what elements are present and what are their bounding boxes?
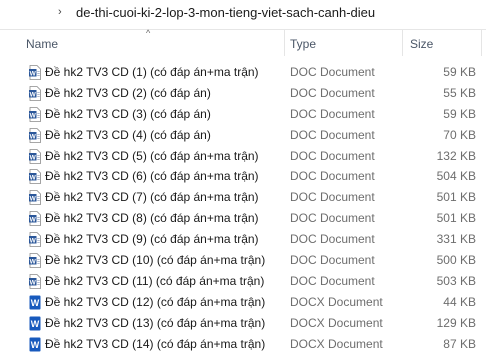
- word-doc-icon: W: [29, 169, 41, 185]
- file-row[interactable]: W Đề hk2 TV3 CD (6) (có đáp án+ma trận) DO…: [0, 166, 486, 187]
- file-size: 500 KB: [436, 253, 476, 268]
- svg-text:W: W: [30, 196, 37, 203]
- file-name[interactable]: Đề hk2 TV3 CD (5) (có đáp án+ma trận): [45, 149, 259, 163]
- file-name[interactable]: Đề hk2 TV3 CD (12) (có đáp án+ma trận): [45, 295, 265, 309]
- file-type: DOC Document: [290, 253, 375, 268]
- word-docx-icon: W: [29, 337, 41, 352]
- file-size: 129 KB: [436, 315, 476, 330]
- svg-text:W: W: [30, 279, 37, 286]
- word-doc-icon: W: [29, 65, 41, 80]
- breadcrumb-chevron-icon[interactable]: ›: [58, 6, 62, 18]
- column-header-type[interactable]: Type: [290, 37, 316, 51]
- file-type: DOC Document: [290, 127, 375, 142]
- file-type: DOC Document: [290, 211, 375, 226]
- file-row[interactable]: W Đề hk2 TV3 CD (2) (có đáp án) DOC Docume…: [0, 83, 486, 104]
- column-header-size[interactable]: Size: [410, 37, 433, 51]
- svg-text:W: W: [30, 258, 37, 265]
- word-doc-icon: W: [29, 85, 41, 101]
- svg-text:W: W: [31, 298, 40, 308]
- sort-ascending-icon: ^: [146, 28, 151, 38]
- word-docx-icon: W: [29, 295, 41, 310]
- word-doc-icon: W: [29, 232, 41, 248]
- file-size: 132 KB: [436, 148, 476, 163]
- file-row[interactable]: W Đề hk2 TV3 CD (11) (có đáp án+ma trận) D…: [0, 271, 486, 292]
- svg-text:W: W: [30, 175, 37, 182]
- word-doc-icon: W: [29, 274, 41, 289]
- file-row[interactable]: W Đề hk2 TV3 CD (12) (có đáp án+ma trận) D…: [0, 292, 486, 313]
- file-type: DOC Document: [290, 190, 375, 205]
- file-row[interactable]: W Đề hk2 TV3 CD (1) (có đáp án+ma trận) DO…: [0, 62, 486, 83]
- file-size: 331 KB: [436, 232, 476, 247]
- file-name[interactable]: Đề hk2 TV3 CD (11) (có đáp án+ma trận): [45, 274, 264, 288]
- file-size: 87 KB: [443, 336, 476, 351]
- svg-text:W: W: [30, 217, 37, 224]
- file-type: DOC Document: [290, 85, 375, 100]
- file-name[interactable]: Đề hk2 TV3 CD (8) (có đáp án+ma trận): [45, 211, 259, 225]
- file-row[interactable]: W Đề hk2 TV3 CD (13) (có đáp án+ma trận) D…: [0, 313, 486, 334]
- svg-text:W: W: [30, 91, 37, 98]
- breadcrumb-current-folder[interactable]: de-thi-cuoi-ki-2-lop-3-mon-tieng-viet-sa…: [76, 5, 375, 20]
- file-size: 59 KB: [443, 106, 476, 121]
- file-size: 504 KB: [436, 169, 476, 184]
- file-size: 44 KB: [443, 294, 476, 309]
- file-list: W Đề hk2 TV3 CD (1) (có đáp án+ma trận) DO…: [0, 62, 486, 354]
- file-row[interactable]: W Đề hk2 TV3 CD (7) (có đáp án+ma trận) DO…: [0, 187, 486, 208]
- file-row[interactable]: W Đề hk2 TV3 CD (5) (có đáp án+ma trận) DO…: [0, 146, 486, 167]
- svg-text:W: W: [30, 237, 37, 244]
- file-row[interactable]: W Đề hk2 TV3 CD (3) (có đáp án) DOC Docume…: [0, 104, 486, 125]
- svg-text:W: W: [31, 319, 40, 329]
- file-name[interactable]: Đề hk2 TV3 CD (4) (có đáp án): [45, 128, 211, 142]
- file-row[interactable]: W Đề hk2 TV3 CD (4) (có đáp án) DOC Docume…: [0, 125, 486, 146]
- file-type: DOCX Document: [290, 315, 383, 330]
- file-size: 59 KB: [443, 65, 476, 79]
- file-name[interactable]: Đề hk2 TV3 CD (3) (có đáp án): [45, 107, 211, 121]
- file-size: 501 KB: [436, 190, 476, 205]
- file-size: 70 KB: [443, 127, 476, 142]
- word-doc-icon: W: [29, 127, 41, 143]
- file-type: DOCX Document: [290, 294, 383, 309]
- file-row[interactable]: W Đề hk2 TV3 CD (9) (có đáp án+ma trận) DO…: [0, 229, 486, 250]
- column-separator[interactable]: [481, 30, 482, 56]
- svg-text:W: W: [30, 112, 37, 119]
- column-header-name[interactable]: Name: [26, 37, 58, 51]
- file-size: 501 KB: [436, 211, 476, 226]
- address-bar[interactable]: › de-thi-cuoi-ki-2-lop-3-mon-tieng-viet-…: [0, 0, 486, 30]
- file-name[interactable]: Đề hk2 TV3 CD (10) (có đáp án+ma trận): [45, 253, 265, 267]
- file-size: 503 KB: [436, 273, 476, 288]
- file-name[interactable]: Đề hk2 TV3 CD (6) (có đáp án+ma trận): [45, 169, 259, 183]
- file-type: DOC Document: [290, 65, 375, 79]
- file-name[interactable]: Đề hk2 TV3 CD (7) (có đáp án+ma trận): [45, 190, 259, 204]
- word-doc-icon: W: [29, 211, 41, 227]
- file-type: DOC Document: [290, 273, 375, 288]
- column-separator[interactable]: [402, 30, 403, 56]
- word-doc-icon: W: [29, 190, 41, 206]
- word-docx-icon: W: [29, 316, 41, 331]
- file-name[interactable]: Đề hk2 TV3 CD (2) (có đáp án): [45, 86, 211, 100]
- file-name[interactable]: Đề hk2 TV3 CD (9) (có đáp án+ma trận): [45, 232, 259, 246]
- file-row[interactable]: W Đề hk2 TV3 CD (8) (có đáp án+ma trận) DO…: [0, 208, 486, 229]
- file-type: DOCX Document: [290, 336, 383, 351]
- svg-text:W: W: [30, 133, 37, 140]
- file-size: 55 KB: [443, 85, 476, 100]
- file-row[interactable]: W Đề hk2 TV3 CD (10) (có đáp án+ma trận) D…: [0, 250, 486, 271]
- file-name[interactable]: Đề hk2 TV3 CD (13) (có đáp án+ma trận): [45, 316, 265, 330]
- file-row[interactable]: W Đề hk2 TV3 CD (14) (có đáp án+ma trận) D…: [0, 334, 486, 354]
- file-name[interactable]: Đề hk2 TV3 CD (1) (có đáp án+ma trận): [45, 65, 259, 79]
- word-doc-icon: W: [29, 253, 41, 268]
- column-separator[interactable]: [284, 30, 285, 56]
- word-doc-icon: W: [29, 106, 41, 122]
- svg-text:W: W: [30, 70, 37, 77]
- svg-text:W: W: [31, 340, 40, 350]
- file-type: DOC Document: [290, 148, 375, 163]
- svg-text:W: W: [30, 154, 37, 161]
- file-type: DOC Document: [290, 169, 375, 184]
- file-type: DOC Document: [290, 106, 375, 121]
- word-doc-icon: W: [29, 148, 41, 164]
- file-name[interactable]: Đề hk2 TV3 CD (14) (có đáp án+ma trận): [45, 337, 265, 351]
- file-type: DOC Document: [290, 232, 375, 247]
